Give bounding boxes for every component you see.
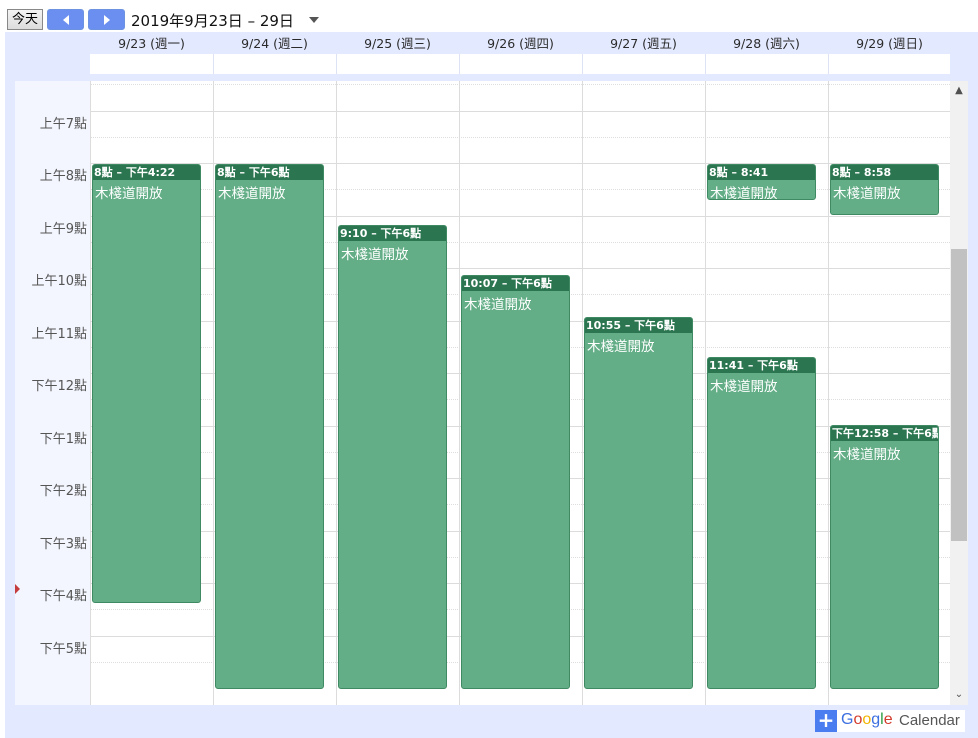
day-header-2: 9/24 (週二) bbox=[241, 36, 308, 51]
all-day-divider bbox=[213, 54, 214, 74]
google-logo-letter: e bbox=[883, 711, 893, 728]
date-range-title: 2019年9月23日 – 29日 bbox=[131, 12, 294, 30]
event-block[interactable]: 11:41 – 下午6點 木棧道開放 bbox=[707, 357, 816, 689]
calendar-toolbar: 今天 2019年9月23日 – 29日 bbox=[0, 0, 978, 32]
event-time: 9:10 – 下午6點 bbox=[339, 226, 446, 242]
day-header-7: 9/29 (週日) bbox=[856, 36, 923, 51]
hour-label: 下午5點 bbox=[39, 641, 87, 657]
all-day-divider bbox=[828, 54, 829, 74]
event-time: 10:55 – 下午6點 bbox=[585, 318, 692, 334]
all-day-divider bbox=[336, 54, 337, 74]
arrow-left-icon bbox=[63, 15, 69, 25]
all-day-divider bbox=[459, 54, 460, 74]
hour-label: 上午8點 bbox=[39, 169, 87, 184]
event-title: 木棧道開放 bbox=[710, 379, 778, 396]
event-title: 木棧道開放 bbox=[95, 186, 163, 202]
event-block[interactable]: 8點 – 下午4:22 木棧道開放 bbox=[92, 164, 201, 604]
prev-week-button[interactable] bbox=[47, 9, 84, 30]
hour-label: 下午3點 bbox=[39, 536, 87, 552]
hour-label: 下午12點 bbox=[31, 379, 87, 394]
google-logo-letter: o bbox=[862, 711, 872, 728]
day-column-divider bbox=[828, 81, 829, 705]
event-block[interactable]: 8點 – 下午6點 木棧道開放 bbox=[215, 164, 324, 689]
event-title: 木棧道開放 bbox=[833, 446, 901, 463]
day-column-divider bbox=[336, 81, 337, 705]
current-time-marker bbox=[15, 584, 20, 594]
event-time: 8點 – 8:58 bbox=[831, 165, 938, 180]
scrollbar-thumb[interactable] bbox=[951, 249, 967, 541]
event-block[interactable]: 9:10 – 下午6點 木棧道開放 bbox=[338, 225, 447, 689]
half-hour-gridline bbox=[91, 136, 950, 138]
day-header-1: 9/23 (週一) bbox=[118, 36, 185, 51]
calendar-wordmark: Calendar bbox=[899, 712, 960, 729]
event-time: 10:07 – 下午6點 bbox=[462, 276, 569, 292]
all-day-row[interactable] bbox=[90, 54, 950, 74]
hour-label: 上午11點 bbox=[31, 326, 87, 342]
day-column-divider bbox=[705, 81, 706, 705]
hour-label: 下午4點 bbox=[39, 589, 87, 604]
event-block[interactable]: 10:07 – 下午6點 木棧道開放 bbox=[461, 275, 570, 689]
hour-label: 上午9點 bbox=[39, 221, 87, 237]
event-time: 8點 – 下午4:22 bbox=[93, 165, 200, 180]
event-time: 8點 – 下午6點 bbox=[216, 165, 323, 180]
chevron-up-icon[interactable]: ▲ bbox=[950, 83, 968, 99]
event-block[interactable]: 8點 – 8:58 木棧道開放 bbox=[830, 164, 939, 215]
vertical-scrollbar[interactable]: ▲ ⌄ bbox=[950, 81, 968, 705]
chevron-down-icon[interactable]: ⌄ bbox=[950, 687, 968, 703]
event-title: 木棧道開放 bbox=[218, 186, 286, 202]
dropdown-arrow-icon[interactable] bbox=[309, 17, 319, 23]
next-week-button[interactable] bbox=[88, 9, 125, 30]
event-block[interactable]: 8點 – 8:41 木棧道開放 bbox=[707, 164, 816, 200]
event-title: 木棧道開放 bbox=[587, 339, 655, 356]
day-column-divider bbox=[582, 81, 583, 705]
hour-gridline bbox=[91, 110, 950, 112]
half-hour-gridline bbox=[91, 84, 950, 86]
event-block[interactable]: 下午12:58 – 下午6點 木棧道開放 bbox=[830, 424, 939, 689]
google-logo: Google bbox=[841, 711, 893, 729]
event-time: 下午12:58 – 下午6點 bbox=[831, 425, 938, 441]
day-header-6: 9/28 (週六) bbox=[733, 36, 800, 51]
all-day-divider bbox=[582, 54, 583, 74]
event-title: 木棧道開放 bbox=[833, 186, 901, 202]
day-header-3: 9/25 (週三) bbox=[364, 36, 431, 51]
day-header-row: 9/23 (週一) 9/24 (週二) 9/25 (週三) 9/26 (週四) 9/27… bbox=[90, 35, 950, 53]
event-block[interactable]: 10:55 – 下午6點 木棧道開放 bbox=[584, 317, 693, 689]
hour-label: 下午1點 bbox=[39, 431, 87, 447]
event-time: 8點 – 8:41 bbox=[708, 165, 815, 180]
event-title: 木棧道開放 bbox=[710, 186, 778, 200]
day-header-4: 9/26 (週四) bbox=[487, 36, 554, 51]
event-title: 木棧道開放 bbox=[464, 297, 532, 314]
day-column-divider bbox=[213, 81, 214, 705]
day-column-divider bbox=[90, 81, 91, 705]
time-gutter: 上午6點上午7點上午8點上午9點上午10點上午11點下午12點下午1點下午2點下… bbox=[15, 81, 91, 705]
all-day-divider bbox=[705, 54, 706, 74]
time-grid[interactable]: 上午6點上午7點上午8點上午9點上午10點上午11點下午12點下午1點下午2點下… bbox=[15, 81, 950, 705]
google-logo-letter: G bbox=[841, 711, 854, 728]
today-button[interactable]: 今天 bbox=[7, 9, 43, 30]
day-column-divider bbox=[459, 81, 460, 705]
arrow-right-icon bbox=[104, 15, 110, 25]
event-time: 11:41 – 下午6點 bbox=[708, 358, 815, 374]
day-header-5: 9/27 (週五) bbox=[610, 36, 677, 51]
plus-icon[interactable]: + bbox=[815, 710, 837, 732]
hour-label: 下午2點 bbox=[39, 484, 87, 499]
hour-label: 上午7點 bbox=[39, 116, 87, 132]
event-title: 木棧道開放 bbox=[341, 247, 409, 264]
hour-label: 上午10點 bbox=[31, 274, 87, 289]
google-logo-letter: g bbox=[871, 711, 881, 728]
